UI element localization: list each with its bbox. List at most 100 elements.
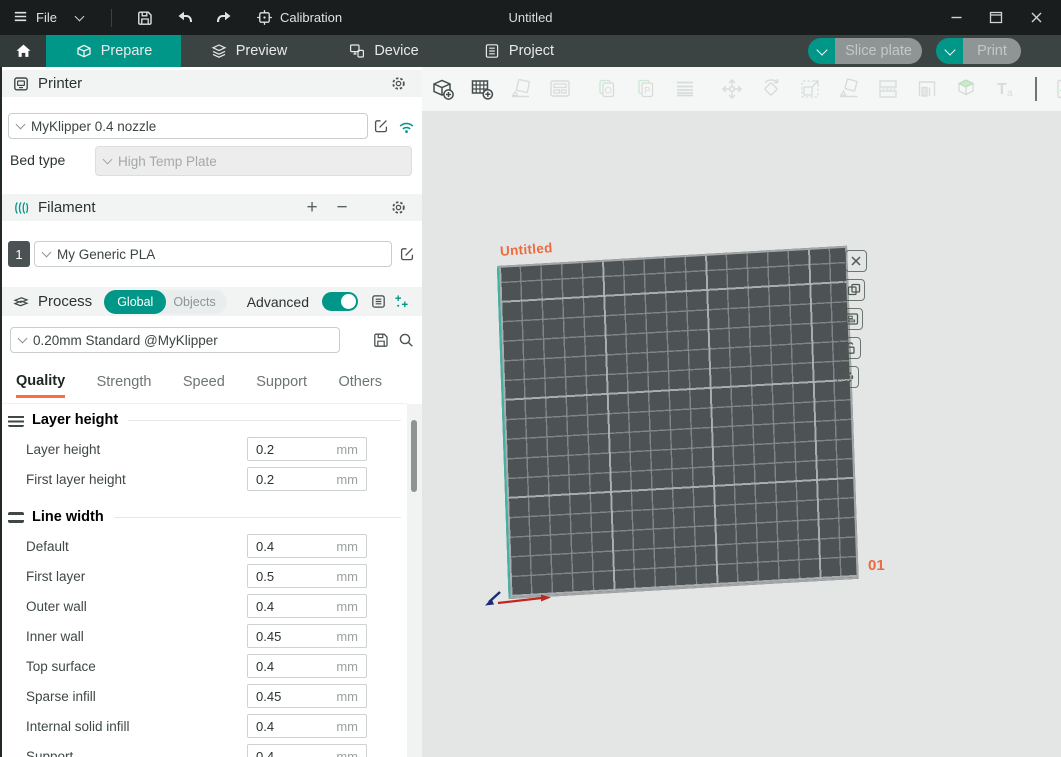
home-button[interactable] [0, 35, 46, 67]
svg-text:T: T [997, 81, 1007, 98]
search-preset-button[interactable] [397, 331, 415, 349]
tab-quality[interactable]: Quality [16, 369, 65, 398]
param-input[interactable]: 0.45 mm [247, 624, 367, 648]
color-paint-button[interactable] [951, 74, 981, 104]
add-object-icon [429, 75, 457, 103]
redo-button[interactable] [210, 5, 240, 31]
param-wizard-button[interactable] [393, 293, 410, 310]
arrange-button[interactable] [545, 74, 575, 104]
viewport-toolbar: O P [422, 67, 1061, 111]
param-value: 0.4 [256, 749, 336, 757]
filament-preset-select[interactable]: My Generic PLA [34, 241, 392, 267]
orient-plate-button[interactable] [843, 279, 865, 301]
advanced-list-button[interactable] [370, 293, 387, 310]
undo-button[interactable] [170, 5, 200, 31]
param-groups: Layer height Layer height 0.2 mm First l… [0, 403, 407, 757]
lay-on-face-button[interactable] [834, 74, 864, 104]
add-plate-button[interactable] [467, 74, 497, 104]
param-group-header: Layer height [0, 409, 407, 431]
text-button[interactable]: Ta [990, 74, 1020, 104]
print-options-button[interactable] [936, 38, 963, 64]
param-input[interactable]: 0.4 mm [247, 534, 367, 558]
maximize-button[interactable] [979, 4, 1013, 32]
save-preset-button[interactable] [372, 331, 390, 349]
delete-plate-button[interactable] [845, 250, 867, 272]
tab-others[interactable]: Others [338, 370, 382, 396]
split-objects-button[interactable]: O [592, 74, 622, 104]
printer-connection-button[interactable] [397, 118, 416, 135]
plate-number-label: 01 [868, 557, 885, 574]
auto-orient-button[interactable] [506, 74, 536, 104]
assembly-button[interactable] [1052, 74, 1061, 104]
save-button[interactable] [130, 5, 160, 31]
minimize-button[interactable] [939, 4, 973, 32]
process-preset-select[interactable]: 0.20mm Standard @MyKlipper [10, 327, 340, 353]
preview-icon [210, 42, 228, 60]
param-input[interactable]: 0.2 mm [247, 467, 367, 491]
split-parts-button[interactable]: P [631, 74, 661, 104]
plate-settings-button[interactable] [837, 366, 859, 388]
filament-edit-button[interactable] [398, 245, 416, 263]
variable-layer-height-button[interactable] [670, 74, 700, 104]
arrange-plate-button[interactable] [841, 308, 863, 330]
chevron-down-icon [816, 44, 827, 55]
orient-plate-icon [847, 283, 861, 297]
tab-support[interactable]: Support [256, 370, 307, 396]
scope-objects-option[interactable]: Objects [166, 295, 226, 309]
param-input[interactable]: 0.5 mm [247, 564, 367, 588]
scope-global-option[interactable]: Global [104, 290, 166, 314]
filament-slot-badge[interactable]: 1 [8, 241, 30, 267]
param-input[interactable]: 0.4 mm [247, 744, 367, 757]
param-input[interactable]: 0.4 mm [247, 594, 367, 618]
scrollbar-thumb[interactable] [411, 420, 417, 492]
filament-settings-button[interactable] [390, 199, 407, 216]
add-object-button[interactable] [428, 74, 458, 104]
tab-speed[interactable]: Speed [183, 370, 225, 396]
scale-button[interactable] [795, 74, 825, 104]
calibration-button[interactable]: Calibration [256, 9, 342, 26]
tab-prepare[interactable]: Prepare [46, 35, 181, 67]
axis-indicator [478, 584, 562, 612]
slice-plate-button[interactable]: Slice plate [835, 38, 922, 64]
param-value: 0.4 [256, 599, 336, 614]
support-paint-button[interactable] [912, 74, 942, 104]
tab-project[interactable]: Project [451, 35, 586, 67]
scale-icon [796, 75, 824, 103]
printer-edit-button[interactable] [372, 117, 390, 135]
chevron-down-icon [944, 44, 955, 55]
group-divider [114, 517, 401, 518]
close-button[interactable] [1019, 4, 1053, 32]
rotate-button[interactable] [756, 74, 786, 104]
lock-plate-button[interactable] [839, 337, 861, 359]
toggle-knob [341, 294, 356, 309]
chevron-down-icon [42, 248, 52, 258]
bed-type-select[interactable]: High Temp Plate [95, 146, 412, 176]
print-button[interactable]: Print [963, 38, 1021, 64]
param-input[interactable]: 0.45 mm [247, 684, 367, 708]
param-unit: mm [336, 719, 358, 734]
tab-preview[interactable]: Preview [181, 35, 316, 67]
add-filament-button[interactable]: + [304, 198, 320, 217]
slice-options-button[interactable] [808, 38, 835, 64]
param-input[interactable]: 0.4 mm [247, 654, 367, 678]
move-button[interactable] [717, 74, 747, 104]
viewport-canvas[interactable]: O P [422, 67, 1061, 757]
add-plate-icon [468, 75, 496, 103]
param-row: First layer height 0.2 mm [0, 467, 407, 491]
param-value: 0.2 [256, 472, 336, 487]
printer-settings-button[interactable] [390, 75, 407, 92]
remove-filament-button[interactable]: − [334, 198, 350, 217]
file-menu-button[interactable]: File [12, 8, 57, 28]
advanced-toggle[interactable] [322, 292, 358, 311]
param-input[interactable]: 0.4 mm [247, 714, 367, 738]
file-chevron-button[interactable] [67, 5, 93, 31]
tab-strength[interactable]: Strength [97, 370, 152, 396]
param-unit: mm [336, 472, 358, 487]
filament-section-title: Filament [38, 199, 96, 216]
param-input[interactable]: 0.2 mm [247, 437, 367, 461]
printer-preset-select[interactable]: MyKlipper 0.4 nozzle [8, 113, 368, 139]
cut-button[interactable] [873, 74, 903, 104]
calibration-label: Calibration [280, 10, 342, 25]
tab-device[interactable]: Device [316, 35, 451, 67]
chevron-down-icon [16, 120, 26, 130]
